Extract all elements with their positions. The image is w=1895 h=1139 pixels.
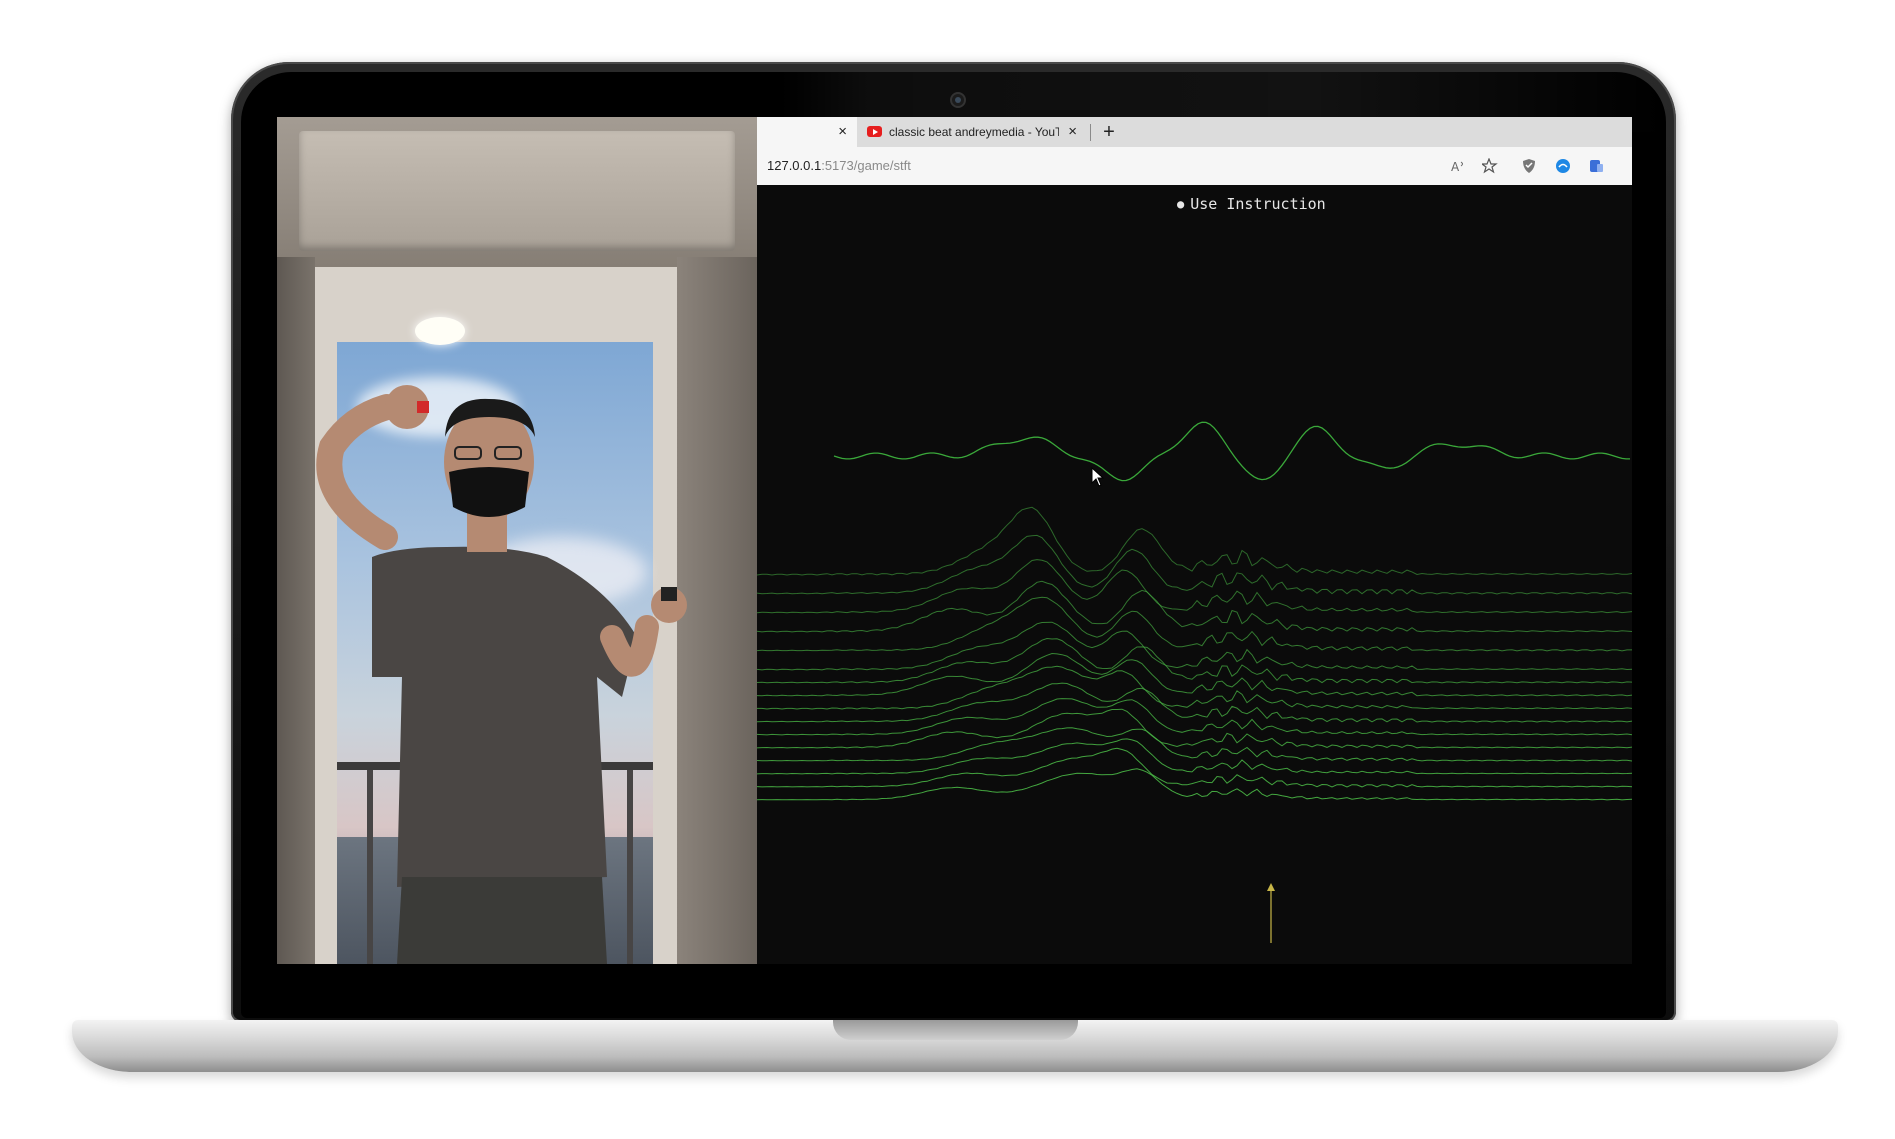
tab-close-button[interactable]: × [838,123,847,140]
url-text[interactable]: 127.0.0.1:5173/game/stft [767,158,911,173]
spectrogram-line [757,747,1632,788]
spectrogram-line [757,506,1632,576]
mouse-pointer-icon [1091,467,1105,487]
tab-separator [1090,124,1091,141]
webcam-person [316,385,687,964]
use-instruction-link[interactable]: ● Use Instruction [1177,195,1326,213]
address-bar[interactable]: 127.0.0.1:5173/game/stft A [757,147,1632,186]
webcam-feed [277,117,757,964]
spectrogram-line [757,652,1632,697]
page-content: ● Use Instruction [757,185,1632,964]
spectrogram-line [757,637,1632,684]
new-tab-button[interactable]: + [1097,119,1121,145]
spectrogram-line [757,596,1632,652]
stft-visualization [757,421,1632,943]
browser-essentials-icon[interactable] [1554,157,1572,175]
spectrogram-line [757,534,1632,595]
laptop-screen: × classic beat andreymedia - YouTube × +… [277,117,1632,964]
laptop-camera [950,92,966,108]
playhead-arrow-icon [1267,883,1275,891]
tab-close-button[interactable]: × [1068,123,1077,140]
url-path: :5173/game/stft [821,158,911,173]
spectrogram-line [757,665,1632,710]
read-aloud-icon[interactable]: A [1450,157,1468,175]
use-instruction-label: Use Instruction [1190,195,1326,213]
spectrogram-line [757,580,1632,633]
tab-strip: × classic beat andreymedia - YouTube × + [757,117,1632,147]
svg-text:A: A [1451,160,1460,173]
waveform-line [833,421,1630,482]
spectrogram-line [757,698,1632,736]
spectrogram-line [757,621,1632,671]
shield-icon[interactable] [1520,157,1538,175]
url-host: 127.0.0.1 [767,158,822,173]
extension-icon[interactable] [1587,157,1605,175]
tab-youtube[interactable]: classic beat andreymedia - YouTube × [857,117,1087,147]
browser-window: × classic beat andreymedia - YouTube × +… [757,117,1632,964]
favorites-icon[interactable] [1481,157,1499,175]
tab-title: classic beat andreymedia - YouTube [889,125,1059,139]
laptop-opening-notch [833,1020,1078,1040]
youtube-icon [867,126,882,137]
tab-active[interactable]: × [757,117,857,147]
bullet-icon: ● [1177,197,1185,211]
